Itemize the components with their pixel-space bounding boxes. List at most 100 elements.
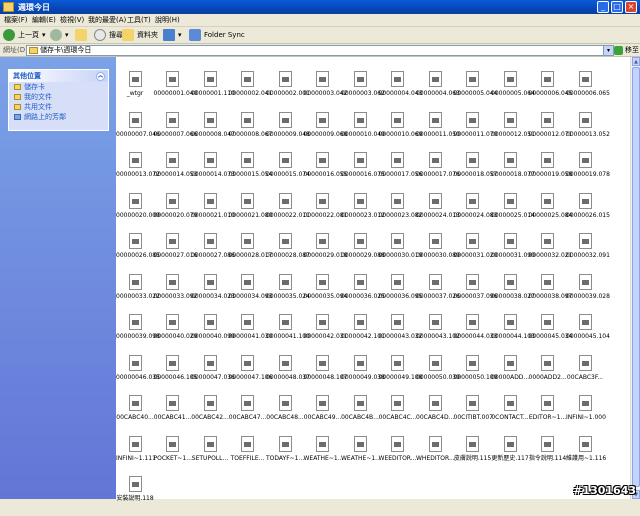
file-item[interactable]: 00000046.105 (154, 354, 197, 395)
file-item[interactable]: 00000036.025 (341, 273, 385, 314)
file-item[interactable]: 00000049.038 (341, 354, 385, 395)
file-item[interactable]: 00000010.069 (379, 111, 422, 152)
file-item[interactable]: 00000050.039 (416, 354, 460, 395)
file-item[interactable]: 00000035.094 (304, 273, 347, 314)
file-item[interactable]: 00CABC4B... (341, 395, 379, 435)
file-item[interactable]: 00000020.009 (116, 192, 160, 233)
file-item[interactable]: 00000041.100 (266, 314, 310, 354)
search-button[interactable]: 搜尋 (94, 28, 123, 42)
file-item[interactable]: 00000033.092 (154, 273, 197, 314)
file-item[interactable]: INFINI~1.111 (116, 435, 156, 476)
file-item[interactable]: 00000014.073 (191, 152, 235, 192)
file-item[interactable]: 00000025.014 (491, 192, 535, 233)
file-item[interactable]: 00000037.026 (416, 273, 460, 314)
file-item[interactable]: 00000037.096 (454, 273, 497, 314)
file-item[interactable]: 00CABC4D... (416, 395, 454, 435)
menu-file[interactable]: 檔案(F) (4, 15, 28, 25)
file-item[interactable]: 維護用~1.116 (566, 435, 606, 476)
place-item-my-documents[interactable]: 我的文件 (9, 92, 108, 102)
file-item[interactable]: 00000029.088 (341, 233, 385, 273)
file-item[interactable]: 00000013.052 (566, 111, 610, 152)
file-item[interactable]: 00000032.021 (529, 233, 572, 273)
file-item[interactable]: 00000039.028 (566, 273, 610, 314)
file-item[interactable]: 00000003.062 (341, 71, 385, 111)
file-item[interactable]: 00000046.035 (116, 354, 160, 395)
folders-button[interactable]: 資料夾 (122, 28, 158, 42)
file-item[interactable]: 00000035.024 (266, 273, 310, 314)
file-item[interactable]: 00000045.034 (529, 314, 572, 354)
file-item[interactable]: TOEFFILE... (229, 435, 267, 476)
file-item[interactable]: 00000049.108 (379, 354, 422, 395)
place-item-storage-card[interactable]: 儲存卡 (9, 82, 108, 92)
file-item[interactable]: 00000026.015 (566, 192, 610, 233)
file-item[interactable]: 00000019.058 (529, 152, 572, 192)
file-item[interactable]: 皮膚說明.115 (454, 435, 492, 476)
file-item[interactable]: 00000031.090 (491, 233, 535, 273)
file-item[interactable]: 00CITIBT.007 (454, 395, 493, 435)
back-button[interactable]: 上一頁 ▾ (3, 28, 46, 42)
file-item[interactable]: 00000048.107 (304, 354, 347, 395)
file-item[interactable]: 00CABC3F... (566, 354, 604, 395)
file-item[interactable]: 00000034.023 (191, 273, 235, 314)
file-item[interactable]: EDITOR~1... (529, 395, 567, 435)
file-item[interactable]: 00000030.019 (379, 233, 422, 273)
file-item[interactable]: 00CABC47... (229, 395, 267, 435)
views-button[interactable]: ▾ (163, 28, 182, 42)
collapse-icon[interactable]: ︽ (96, 72, 105, 81)
file-item[interactable]: 00000024.083 (454, 192, 497, 233)
menu-edit[interactable]: 編輯(E) (32, 15, 56, 25)
file-item[interactable]: 00000003.042 (304, 71, 347, 111)
file-item[interactable]: 00000022.011 (266, 192, 310, 233)
file-item[interactable]: 0CONTACT... (491, 395, 529, 435)
file-item[interactable]: 0000ADD2... (529, 354, 567, 395)
file-item[interactable]: WEATHE~1... (341, 435, 381, 476)
file-item[interactable]: WEEDITOR... (379, 435, 417, 476)
file-item[interactable]: 指令說明.114 (529, 435, 567, 476)
file-item[interactable]: 00CABC41... (154, 395, 192, 435)
file-item[interactable]: 00000025.084 (529, 192, 572, 233)
file-item[interactable]: 00000021.080 (229, 192, 272, 233)
file-item[interactable]: 00000004.043 (379, 71, 422, 111)
file-item[interactable]: 00000ADD... (491, 354, 529, 395)
file-item[interactable]: 00000040.099 (191, 314, 235, 354)
file-item[interactable]: 00000004.063 (416, 71, 460, 111)
file-item[interactable]: 00000034.093 (229, 273, 272, 314)
file-item[interactable]: 00CABC40... (116, 395, 154, 435)
file-item[interactable]: 00000002.041 (229, 71, 272, 111)
file-item[interactable]: 00000001.110 (191, 71, 235, 111)
file-item[interactable]: 00000028.087 (266, 233, 310, 273)
file-item[interactable]: 00000023.082 (379, 192, 422, 233)
close-button[interactable]: × (625, 1, 637, 13)
file-item[interactable]: 00000048.037 (266, 354, 310, 395)
file-item[interactable]: 00CABC48... (266, 395, 304, 435)
file-item[interactable]: 00000032.091 (566, 233, 610, 273)
file-item[interactable]: 00000044.103 (491, 314, 535, 354)
file-item[interactable]: 00000043.102 (416, 314, 460, 354)
menu-favorites[interactable]: 我的最愛(A) (88, 15, 126, 25)
file-item[interactable]: 00000021.010 (191, 192, 235, 233)
file-item[interactable]: 00000027.016 (154, 233, 197, 273)
menu-tools[interactable]: 工具(T) (127, 15, 151, 25)
maximize-button[interactable]: □ (611, 1, 623, 13)
file-item[interactable]: 00000022.081 (304, 192, 347, 233)
forward-button[interactable]: ▾ (50, 28, 69, 42)
file-item[interactable]: 00000017.056 (379, 152, 422, 192)
file-item[interactable]: 00000038.097 (529, 273, 572, 314)
file-item[interactable]: 安裝說明.118 (116, 476, 154, 516)
file-item[interactable]: 00000047.036 (191, 354, 235, 395)
file-item[interactable]: 00000042.101 (341, 314, 385, 354)
file-item[interactable]: 00000027.086 (191, 233, 235, 273)
file-item[interactable]: _wtgr (116, 71, 154, 111)
address-dropdown-button[interactable]: ▾ (603, 46, 613, 55)
file-item[interactable]: WEATHE~1... (304, 435, 343, 476)
file-item[interactable]: 00000023.012 (341, 192, 385, 233)
file-item[interactable]: 00000033.022 (116, 273, 160, 314)
menu-view[interactable]: 檢視(V) (60, 15, 84, 25)
file-item[interactable]: 00000010.049 (341, 111, 385, 152)
file-item[interactable]: 00000016.055 (304, 152, 347, 192)
file-item[interactable]: 00000007.046 (116, 111, 160, 152)
file-item[interactable]: 00000009.048 (266, 111, 310, 152)
file-item[interactable]: 00000015.074 (266, 152, 310, 192)
file-item[interactable]: 00000012.071 (529, 111, 572, 152)
address-input[interactable]: 儲存卡\週環今日 ▾ (26, 45, 614, 56)
